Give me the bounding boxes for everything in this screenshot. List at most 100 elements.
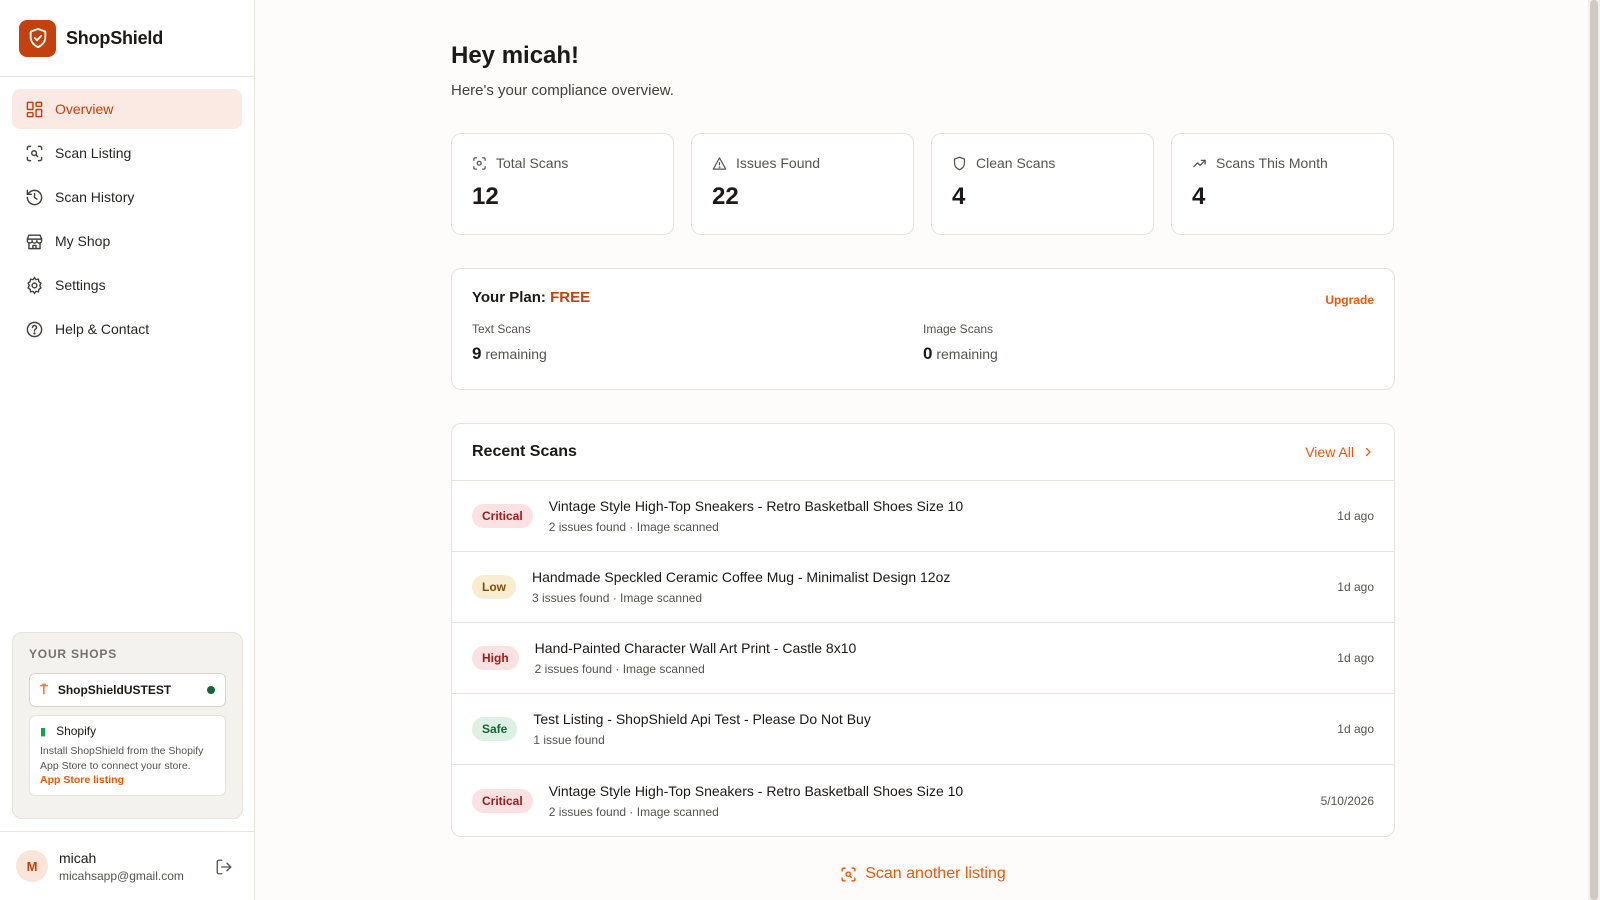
text-scans-quota: Text Scans 9 remaining — [472, 322, 923, 364]
stat-value: 12 — [472, 183, 499, 210]
image-scans-count: 0 — [923, 344, 933, 363]
status-badge: Safe — [472, 717, 518, 741]
listing-summary: 3 issues found · Image scanned — [532, 591, 703, 605]
stat-card-scans-this-month: Scans This Month 4 — [1171, 133, 1394, 235]
sidebar-item-label: Scan History — [55, 189, 135, 205]
shop-selector[interactable]: ⍑ ShopShieldUSTEST — [29, 673, 226, 707]
stat-card-total-scans: Total Scans 12 — [451, 133, 674, 235]
listing-title: Vintage Style High-Top Sneakers - Retro … — [548, 782, 964, 799]
scan-icon — [24, 143, 44, 163]
upgrade-link[interactable]: Upgrade — [1325, 293, 1374, 307]
store-icon — [24, 231, 44, 251]
sidebar-item-scan-history[interactable]: Scan History — [12, 177, 242, 217]
view-all-label: View All — [1305, 444, 1354, 460]
sidebar-item-settings[interactable]: Settings — [12, 265, 242, 305]
connected-status-dot — [207, 686, 215, 694]
plan-tier: FREE — [550, 289, 591, 306]
sidebar-item-overview[interactable]: Overview — [12, 89, 242, 129]
scan-time: 5/10/2026 — [1320, 793, 1374, 808]
status-badge: Critical — [472, 788, 533, 813]
scan-icon — [841, 866, 856, 882]
sidebar: ShopShield Overview Scan Listing Scan Hi… — [0, 0, 255, 900]
stat-label: Issues Found — [736, 155, 821, 171]
help-icon — [24, 319, 44, 339]
view-all-link[interactable]: View All — [1305, 444, 1374, 460]
listing-summary: 2 issues found · Image scanned — [548, 804, 719, 819]
your-shops-panel: YOUR SHOPS ⍑ ShopShieldUSTEST ▮ Shopify … — [12, 632, 243, 819]
scan-another-button[interactable]: Scan another listing — [451, 865, 1395, 883]
sidebar-item-label: Scan Listing — [55, 145, 132, 161]
history-icon — [24, 187, 44, 207]
stats-row: Total Scans 12 Issues Found 22 Clean Sca… — [451, 133, 1395, 235]
page-title: Hey micah! — [451, 42, 580, 69]
pin-icon: ⍑ — [40, 682, 48, 697]
scan-time: 1d ago — [1337, 651, 1374, 665]
shopify-title: Shopify — [56, 724, 97, 738]
status-badge: High — [472, 646, 519, 670]
table-row[interactable]: High Hand-Painted Character Wall Art Pri… — [452, 623, 1394, 694]
grid-icon — [24, 99, 44, 119]
scan-time: 1d ago — [1337, 722, 1374, 736]
user-email: micahsapp@gmail.com — [59, 868, 184, 883]
recent-scans-card: Recent Scans View All Critical Vintage S… — [451, 423, 1395, 837]
your-shops-title: YOUR SHOPS — [29, 647, 118, 661]
table-row[interactable]: Safe Test Listing - ShopShield Api Test … — [452, 694, 1394, 765]
scan-icon — [473, 156, 486, 170]
listing-title: Test Listing - ShopShield Api Test - Ple… — [533, 711, 871, 727]
sidebar-item-label: Help & Contact — [55, 321, 150, 337]
brand[interactable]: ShopShield — [0, 0, 254, 77]
sidebar-item-scan-listing[interactable]: Scan Listing — [12, 133, 242, 173]
table-row[interactable]: Critical Vintage Style High-Top Sneakers… — [452, 481, 1394, 552]
logout-icon[interactable] — [215, 858, 233, 876]
text-scans-label: Text Scans — [472, 322, 531, 336]
stat-value: 22 — [712, 183, 739, 210]
main-content: Hey micah! Here's your compliance overvi… — [451, 0, 1395, 883]
sidebar-item-label: Overview — [55, 101, 114, 117]
shopify-connect-card: ▮ Shopify Install ShopShield from the Sh… — [29, 715, 226, 796]
sidebar-item-my-shop[interactable]: My Shop — [12, 221, 242, 261]
brand-name: ShopShield — [66, 27, 164, 48]
plan-card: Your Plan: FREE Upgrade Text Scans 9 rem… — [451, 268, 1395, 390]
image-scans-quota: Image Scans 0 remaining — [923, 322, 1374, 364]
text-scans-count: 9 — [472, 344, 482, 363]
remaining-label: remaining — [936, 346, 998, 362]
stat-label: Scans This Month — [1216, 155, 1328, 171]
listing-title: Vintage Style High-Top Sneakers - Retro … — [548, 498, 964, 514]
image-scans-label: Image Scans — [923, 322, 994, 336]
shield-check-icon — [19, 19, 56, 57]
user-name: micah — [59, 849, 97, 866]
listing-title: Handmade Speckled Ceramic Coffee Mug - M… — [532, 569, 951, 585]
sidebar-nav: Overview Scan Listing Scan History My Sh… — [0, 77, 254, 349]
user-profile: M micah micahsapp@gmail.com — [0, 831, 255, 900]
trending-up-icon — [1193, 159, 1206, 167]
stat-card-clean-scans: Clean Scans 4 — [931, 133, 1154, 235]
table-row[interactable]: Low Handmade Speckled Ceramic Coffee Mug… — [452, 552, 1394, 623]
scrollbar-thumb[interactable] — [1590, 0, 1598, 900]
stat-card-issues-found: Issues Found 22 — [691, 133, 914, 235]
remaining-label: remaining — [485, 346, 547, 362]
status-badge: Low — [472, 575, 516, 599]
shopify-icon: ▮ — [40, 725, 47, 738]
shopify-description: Install ShopShield from the Shopify App … — [40, 745, 204, 772]
listing-title: Hand-Painted Character Wall Art Print - … — [534, 640, 857, 656]
warning-icon — [712, 156, 727, 170]
listing-summary: 2 issues found · Image scanned — [534, 662, 705, 676]
table-row[interactable]: Critical Vintage Style High-Top Sneakers… — [452, 765, 1394, 836]
stat-label: Clean Scans — [976, 155, 1056, 171]
scan-time: 1d ago — [1337, 580, 1374, 594]
avatar[interactable]: M — [16, 850, 48, 882]
scan-time: 1d ago — [1337, 509, 1374, 523]
gear-icon — [24, 275, 44, 295]
page-subtitle: Here's your compliance overview. — [451, 82, 674, 99]
sidebar-item-label: Settings — [55, 277, 106, 293]
stat-value: 4 — [952, 183, 966, 210]
listing-summary: 1 issue found — [533, 733, 605, 747]
sidebar-item-help[interactable]: Help & Contact — [12, 309, 242, 349]
shop-name: ShopShieldUSTEST — [57, 683, 172, 697]
stat-label: Total Scans — [496, 155, 569, 171]
status-badge: Critical — [472, 504, 533, 528]
chevron-right-icon — [1365, 447, 1371, 457]
scan-another-label: Scan another listing — [865, 865, 1006, 882]
app-store-link[interactable]: App Store listing — [40, 774, 215, 786]
page-scrollbar[interactable] — [1588, 0, 1600, 900]
